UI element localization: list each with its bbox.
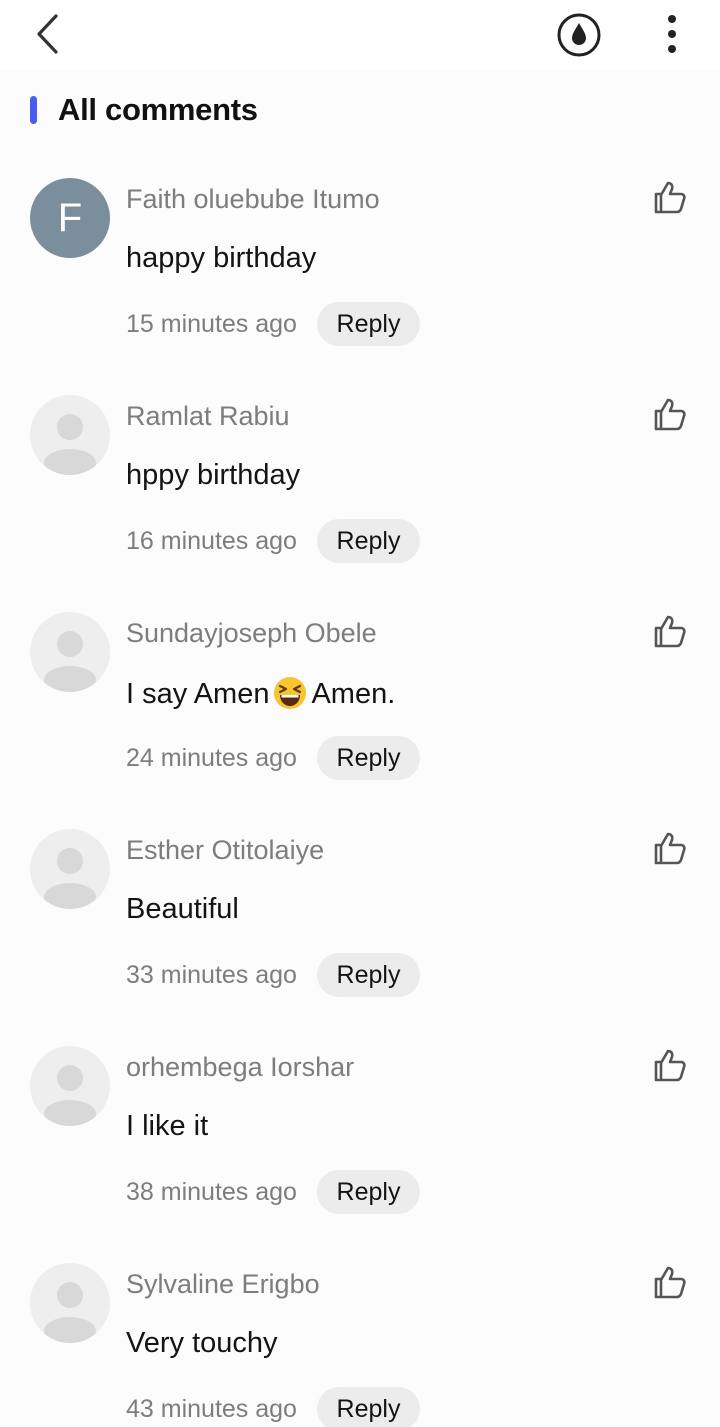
comment-time: 33 minutes ago (126, 961, 297, 989)
ink-button[interactable] (555, 11, 603, 59)
default-user-icon (44, 848, 96, 909)
thumbs-up-icon (654, 615, 686, 648)
reply-button[interactable]: Reply (317, 953, 420, 997)
comment-text: I like it (126, 1110, 209, 1142)
reply-button[interactable]: Reply (317, 1170, 420, 1214)
section-header: All comments (0, 70, 720, 160)
like-button[interactable] (650, 1046, 690, 1086)
comments-panel[interactable]: All comments F Faith oluebube Itumo happ… (0, 70, 720, 1427)
like-button[interactable] (650, 612, 690, 652)
comment-item: orhembega Iorshar I like it 38 minutes a… (0, 1046, 720, 1263)
like-button[interactable] (650, 1263, 690, 1303)
reply-button[interactable]: Reply (317, 1387, 420, 1427)
reply-button[interactable]: Reply (317, 519, 420, 563)
comment-author[interactable]: Ramlat Rabiu (126, 401, 290, 432)
comment-author[interactable]: orhembega Iorshar (126, 1052, 354, 1083)
default-user-icon (44, 1282, 96, 1343)
default-user-icon (44, 414, 96, 475)
top-bar (0, 0, 720, 70)
more-vertical-icon (668, 15, 676, 53)
thumbs-up-icon (654, 1266, 686, 1299)
comment-time: 24 minutes ago (126, 744, 297, 772)
more-options-button[interactable] (648, 10, 696, 58)
avatar[interactable] (30, 1046, 110, 1126)
thumbs-up-icon (654, 1049, 686, 1082)
avatar[interactable] (30, 395, 110, 475)
comment-text: I say Amen Amen. (126, 676, 395, 711)
comment-item: Sylvaline Erigbo Very touchy 43 minutes … (0, 1263, 720, 1427)
comment-text: Very touchy (126, 1327, 278, 1359)
reply-button[interactable]: Reply (317, 302, 420, 346)
comment-item: Esther Otitolaiye Beautiful 33 minutes a… (0, 829, 720, 1046)
comment-time: 43 minutes ago (126, 1395, 297, 1423)
thumbs-up-icon (654, 832, 686, 865)
comment-item: Ramlat Rabiu hppy birthday 16 minutes ag… (0, 395, 720, 612)
like-button[interactable] (650, 829, 690, 869)
avatar[interactable]: F (30, 178, 110, 258)
comment-author[interactable]: Faith oluebube Itumo (126, 184, 380, 215)
section-title: All comments (58, 92, 258, 127)
thumbs-up-icon (654, 398, 686, 431)
comment-time: 38 minutes ago (126, 1178, 297, 1206)
avatar[interactable] (30, 1263, 110, 1343)
like-button[interactable] (650, 178, 690, 218)
back-button[interactable] (26, 10, 74, 58)
default-user-icon (44, 1065, 96, 1126)
like-button[interactable] (650, 395, 690, 435)
comment-item: Sundayjoseph Obele I say Amen Amen. 24 m… (0, 612, 720, 829)
avatar[interactable] (30, 829, 110, 909)
comment-text: hppy birthday (126, 459, 301, 491)
comment-author[interactable]: Sylvaline Erigbo (126, 1269, 320, 1300)
default-user-icon (44, 631, 96, 692)
comment-time: 16 minutes ago (126, 527, 297, 555)
comment-time: 15 minutes ago (126, 310, 297, 338)
chevron-left-icon (37, 14, 58, 54)
reply-button[interactable]: Reply (317, 736, 420, 780)
comment-item: F Faith oluebube Itumo happy birthday 15… (0, 178, 720, 395)
avatar[interactable] (30, 612, 110, 692)
thumbs-up-icon (654, 181, 686, 214)
comment-text: happy birthday (126, 242, 317, 274)
comment-text-part: I say Amen (126, 678, 270, 710)
ink-drop-icon (557, 13, 601, 57)
section-accent-bar (30, 96, 37, 124)
comment-author[interactable]: Sundayjoseph Obele (126, 618, 377, 649)
comment-author[interactable]: Esther Otitolaiye (126, 835, 324, 866)
grinning-squinting-face-emoji (274, 677, 307, 709)
comment-text-part: Amen. (311, 678, 396, 710)
comment-text: Beautiful (126, 893, 239, 925)
